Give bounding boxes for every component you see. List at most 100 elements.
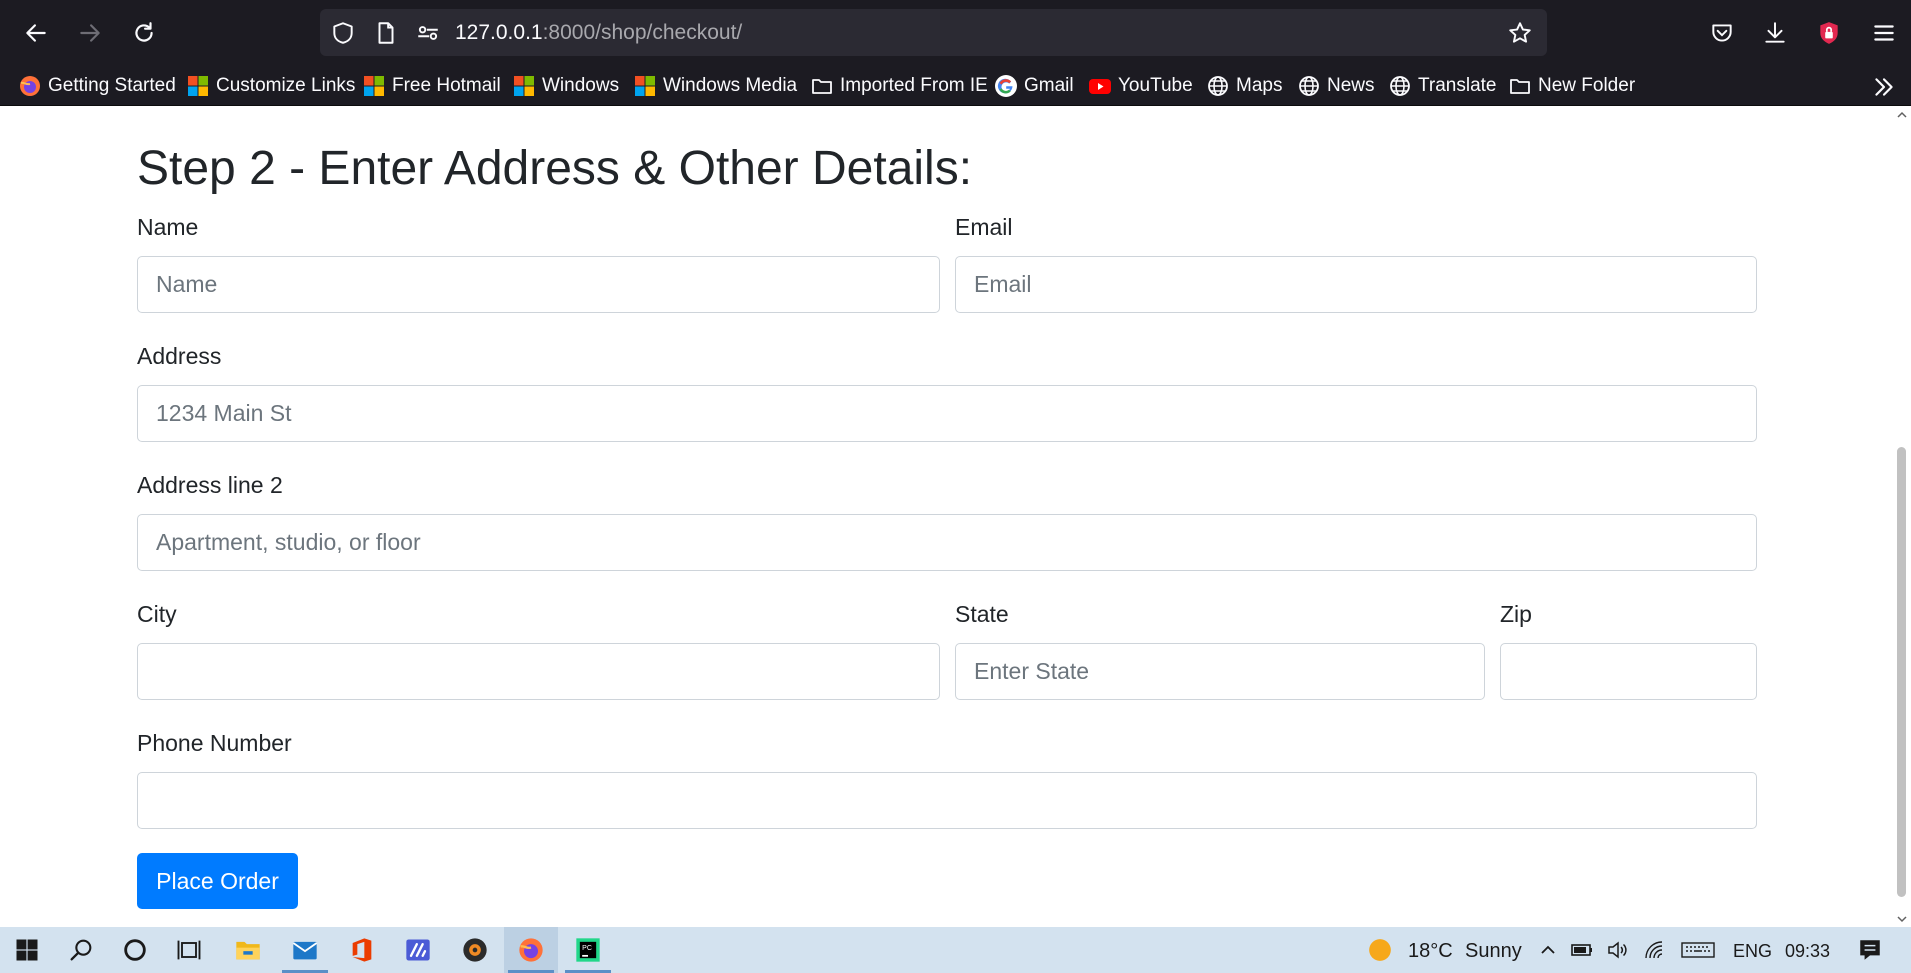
bookmark-customize-links[interactable]: Customize Links (186, 66, 355, 106)
state-label: State (955, 601, 1009, 627)
globe-icon (1299, 76, 1319, 96)
url-bar[interactable]: 127.0.0.1:8000/shop/checkout/ (320, 9, 1547, 56)
reload-icon (135, 22, 153, 42)
weather-condition[interactable]: Sunny (1465, 940, 1522, 963)
chevron-double-right-icon[interactable] (1871, 74, 1897, 100)
start-button[interactable] (0, 927, 54, 973)
state-input[interactable] (955, 643, 1485, 700)
bookmark-youtube[interactable]: YouTube (1088, 66, 1193, 106)
bookmark-windows-media[interactable]: Windows Media (633, 66, 797, 106)
scrollbar-thumb[interactable] (1897, 447, 1906, 897)
email-input[interactable] (955, 256, 1757, 313)
battery-icon[interactable] (1570, 938, 1594, 962)
bookmark-gmail[interactable]: Gmail (994, 66, 1074, 106)
cortana-button[interactable] (108, 927, 162, 973)
bookmark-label: Getting Started (48, 75, 176, 96)
forward-button[interactable] (68, 14, 112, 52)
visual-studio-icon (406, 939, 430, 961)
chevron-up-icon[interactable] (1896, 109, 1908, 121)
globe-icon (1208, 76, 1228, 96)
bookmark-label: Imported From IE (840, 75, 988, 96)
name-input[interactable] (137, 256, 940, 313)
firefox-icon (519, 938, 543, 962)
windows-logo-icon (514, 76, 534, 96)
bookmark-star-icon[interactable] (1507, 20, 1533, 46)
taskbar-file-explorer[interactable] (221, 927, 275, 973)
chevron-down-icon[interactable] (1896, 913, 1908, 925)
bookmark-label: Windows (542, 75, 620, 96)
task-view-icon (177, 940, 201, 960)
weather-temperature[interactable]: 18°C (1408, 940, 1453, 963)
bookmark-free-hotmail[interactable]: Free Hotmail (362, 66, 501, 106)
page-icon[interactable] (373, 20, 399, 46)
firefox-icon (20, 76, 40, 96)
bookmark-label: Translate (1418, 75, 1497, 96)
bookmark-label: Customize Links (216, 75, 356, 96)
address-line2-input[interactable] (137, 514, 1757, 571)
zip-label: Zip (1500, 601, 1532, 627)
taskbar: PC 18°C Sunny ENG 09:33 (0, 927, 1911, 973)
taskbar-firefox[interactable] (504, 927, 558, 973)
chevron-up-icon[interactable] (1536, 938, 1560, 962)
page-title: Step 2 - Enter Address & Other Details: (137, 142, 973, 195)
city-input[interactable] (137, 643, 940, 700)
taskbar-media-player[interactable] (448, 927, 502, 973)
bookmark-label: Maps (1236, 75, 1283, 96)
url-text[interactable]: 127.0.0.1:8000/shop/checkout/ (455, 21, 742, 45)
pycharm-icon: PC (576, 938, 600, 962)
back-arrow-icon (26, 24, 46, 42)
bookmark-maps[interactable]: Maps (1206, 66, 1282, 106)
bookmark-translate[interactable]: Translate (1388, 66, 1497, 106)
menu-button[interactable] (1862, 14, 1906, 52)
downloads-button[interactable] (1753, 14, 1797, 52)
hamburger-menu-icon (1874, 25, 1894, 41)
bookmark-imported-from-ie[interactable]: Imported From IE (810, 66, 988, 106)
folder-icon (1510, 79, 1530, 94)
download-icon (1765, 22, 1785, 43)
keyboard-icon[interactable] (1680, 938, 1716, 962)
volume-icon[interactable] (1606, 938, 1630, 962)
pocket-button[interactable] (1700, 14, 1744, 52)
bookmark-getting-started[interactable]: Getting Started (18, 66, 176, 106)
bookmark-new-folder[interactable]: New Folder (1508, 66, 1635, 106)
shield-icon[interactable] (330, 20, 356, 46)
permissions-icon[interactable] (415, 20, 441, 46)
file-explorer-icon (236, 941, 260, 960)
address-input[interactable] (137, 385, 1757, 442)
task-view-button[interactable] (162, 927, 216, 973)
windows-logo-icon (364, 76, 384, 96)
email-label: Email (955, 214, 1013, 240)
extension-shield-icon (1820, 22, 1838, 44)
search-button[interactable] (54, 927, 108, 973)
clock[interactable]: 09:33 (1785, 941, 1830, 962)
mail-icon (292, 941, 318, 960)
language-indicator[interactable]: ENG (1733, 941, 1772, 962)
windows-start-icon (16, 939, 38, 961)
address-label: Address (137, 343, 222, 369)
cortana-circle-icon (124, 939, 146, 961)
back-button[interactable] (14, 14, 58, 52)
notification-icon[interactable] (1857, 937, 1883, 963)
name-label: Name (137, 214, 199, 240)
search-icon (70, 939, 92, 961)
bookmark-news[interactable]: News (1297, 66, 1375, 106)
bookmark-windows[interactable]: Windows (512, 66, 619, 106)
page-scrollbar[interactable] (1893, 107, 1911, 927)
phone-input[interactable] (137, 772, 1757, 829)
taskbar-mail[interactable] (278, 927, 332, 973)
youtube-icon (1089, 79, 1111, 94)
forward-arrow-icon (80, 24, 100, 42)
taskbar-pycharm[interactable]: PC (561, 927, 615, 973)
windows-logo-icon (635, 76, 655, 96)
bookmarks-toolbar: Getting Started Customize Links Free Hot… (0, 66, 1911, 106)
zip-input[interactable] (1500, 643, 1757, 700)
reload-button[interactable] (122, 14, 166, 52)
svg-text:PC: PC (582, 945, 592, 952)
taskbar-visual-studio[interactable] (391, 927, 445, 973)
url-path: :8000/shop/checkout/ (542, 21, 743, 44)
extension-button[interactable] (1807, 14, 1851, 52)
place-order-button[interactable]: Place Order (137, 853, 298, 909)
wifi-icon[interactable] (1642, 938, 1666, 962)
weather-sun-icon[interactable] (1367, 937, 1393, 963)
taskbar-office[interactable] (335, 927, 389, 973)
